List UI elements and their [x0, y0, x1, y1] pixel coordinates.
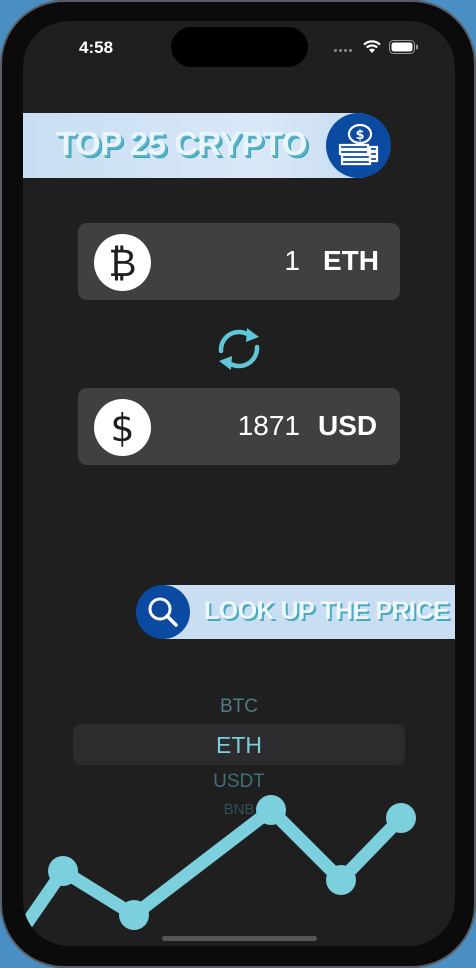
chart-point — [386, 803, 416, 833]
wifi-icon — [363, 40, 381, 53]
status-time: 4:58 — [79, 38, 114, 57]
to-currency-label: USD — [318, 410, 378, 441]
to-currency-field[interactable]: $ 1871 USD — [78, 388, 400, 465]
chart-point — [119, 900, 149, 930]
picker-option-btc[interactable]: BTC — [73, 696, 405, 718]
chart-point — [326, 865, 356, 895]
from-currency-label: ETH — [323, 245, 379, 276]
to-amount-value: 1871 — [237, 410, 300, 441]
chart-point — [256, 795, 286, 825]
svg-text:$: $ — [355, 128, 364, 143]
dollar-icon: $ — [94, 399, 151, 456]
dynamic-island — [171, 27, 308, 67]
chart-point — [48, 856, 78, 886]
lookup-price-label[interactable]: LOOK UP THE PRICE — [204, 597, 450, 626]
picker-option-eth-selected[interactable]: ETH — [73, 732, 405, 759]
swap-arrows-icon[interactable] — [213, 323, 265, 375]
home-indicator[interactable] — [162, 936, 317, 941]
from-currency-field[interactable]: ₿ 1 ETH — [78, 223, 400, 300]
app-title: TOP 25 CRYPTO — [56, 125, 307, 162]
coin-stack-icon: $ — [326, 113, 391, 178]
bitcoin-icon: ₿ — [94, 234, 151, 291]
cellular-signal-icon — [334, 49, 356, 53]
from-amount-input[interactable]: 1 — [284, 245, 300, 277]
app-screen: 4:58 TOP 25 CRYPTO $ ₿ 1 ETH $ 1871 USD … — [23, 21, 455, 946]
battery-icon — [389, 40, 418, 54]
search-icon[interactable] — [136, 585, 190, 639]
decorative-line-chart-graphic — [23, 795, 416, 940]
